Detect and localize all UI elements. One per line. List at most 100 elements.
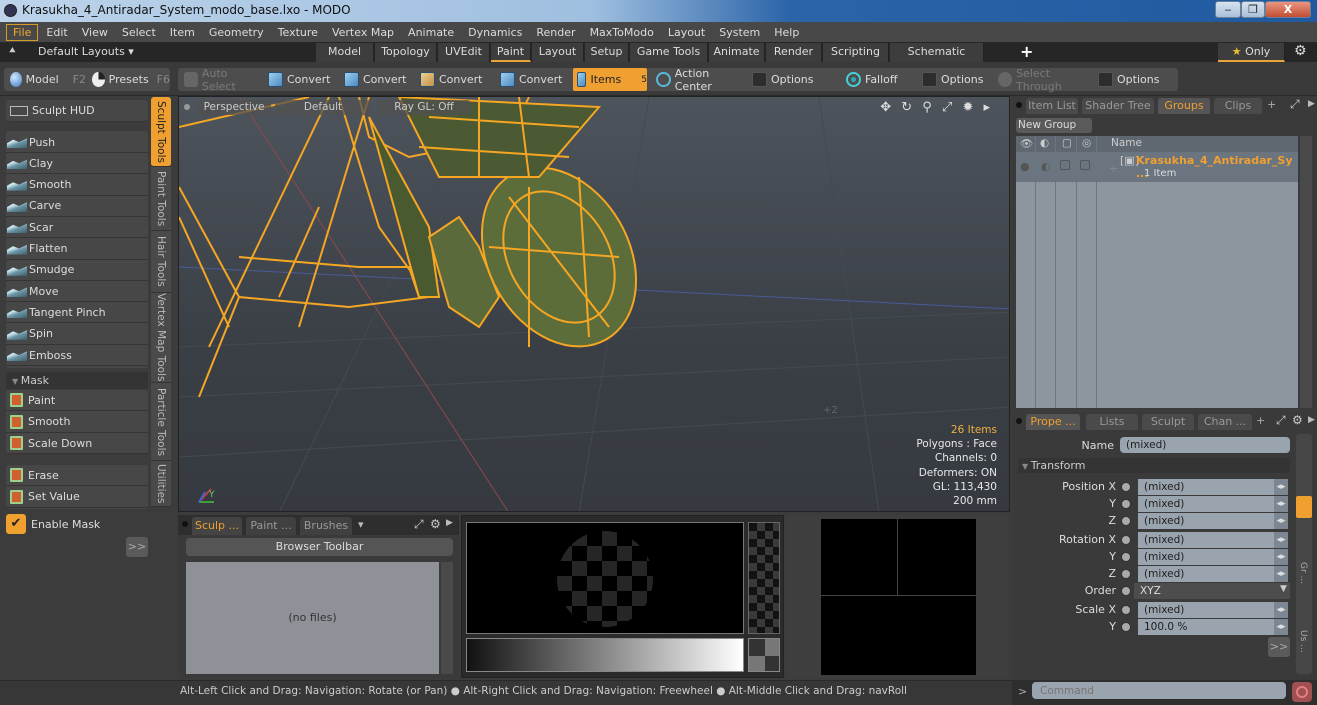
sculpt-hud-button[interactable]: Sculpt HUD (6, 100, 148, 122)
presets-button[interactable]: Presets F6 (88, 68, 170, 91)
sculpt-tool-spin[interactable]: Spin (6, 324, 148, 345)
menu-maxtomodo[interactable]: MaxToModo (584, 25, 660, 40)
prop-field-8[interactable]: 100.0 % (1138, 619, 1288, 635)
tab-clips[interactable]: Clips (1214, 98, 1262, 114)
panel-menu-dot[interactable] (1016, 418, 1022, 424)
group-row[interactable]: ● ◐ + [▣] Krasukha_4_Antiradar_Sy ... 1 … (1016, 152, 1298, 182)
3d-viewport[interactable]: Y Perspective Default Ray GL: Off ✥ ↻ ⚲ … (178, 96, 1010, 512)
slider-arrows-icon[interactable]: ◂▸ (1274, 479, 1288, 495)
file-list[interactable]: (no files) (186, 562, 439, 674)
keyframe-toggle[interactable] (1121, 586, 1131, 596)
tab-paint-presets[interactable]: Paint ... (246, 517, 296, 535)
tabs-dropdown-icon[interactable]: ▾ (358, 518, 364, 531)
action-center-button[interactable]: Action Center (652, 67, 748, 93)
mask-tool-erase[interactable]: Erase (6, 465, 148, 486)
sculpt-tool-push[interactable]: Push (6, 132, 148, 153)
vtab-particle-tools[interactable]: Particle Tools (151, 383, 171, 461)
vtab-utilities[interactable]: Utilities (151, 461, 171, 507)
select-through-button[interactable]: Select Through (994, 67, 1094, 93)
select-column-icon[interactable]: ◎ (1082, 137, 1091, 149)
vtab-hair-tools[interactable]: Hair Tools (151, 231, 171, 293)
mask-tool-paint[interactable]: Paint (6, 390, 148, 411)
color-swatch[interactable] (748, 638, 780, 672)
prop-field-1[interactable]: (mixed) (1138, 496, 1288, 512)
slider-arrows-icon[interactable]: ◂▸ (1274, 602, 1288, 618)
layout-tab-topology[interactable]: Topology (375, 43, 437, 62)
render-column-icon[interactable]: ◐ (1040, 137, 1049, 149)
enable-mask-checkbox[interactable]: ✔ (6, 514, 26, 534)
command-input[interactable] (1032, 682, 1286, 699)
tab-brushes[interactable]: Brushes (300, 517, 352, 535)
panel-gear-icon[interactable]: ⚙ (430, 517, 441, 531)
view-type-button[interactable]: Perspective (197, 100, 271, 115)
action-center-options-button[interactable]: Options (748, 68, 838, 91)
sculpt-tool-flatten[interactable]: Flatten (6, 239, 148, 260)
shading-button[interactable]: Default (275, 100, 371, 115)
sculpt-tool-emboss[interactable]: Emboss (6, 345, 148, 366)
keyframe-toggle[interactable] (1121, 605, 1131, 615)
slider-arrows-icon[interactable]: ◂▸ (1274, 532, 1288, 548)
sculpt-tool-carve[interactable]: Carve (6, 196, 148, 217)
menu-animate[interactable]: Animate (402, 25, 460, 40)
up-arrow-icon[interactable]: ⯅ (8, 44, 17, 58)
keyframe-toggle[interactable] (1121, 516, 1131, 526)
auto-select-button[interactable]: Auto Select (180, 67, 260, 93)
close-button[interactable]: X (1265, 1, 1311, 18)
falloff-options-button[interactable]: Options (918, 68, 992, 91)
menu-texture[interactable]: Texture (272, 25, 324, 40)
prop-field-0[interactable]: (mixed) (1138, 479, 1288, 495)
menu-vertex-map[interactable]: Vertex Map (326, 25, 400, 40)
uv-canvas[interactable] (821, 519, 976, 675)
items-mode-button[interactable]: Items 5 (573, 68, 647, 91)
visibility-column-icon[interactable]: 👁 (1020, 137, 1033, 150)
viewport-menu-dot[interactable] (184, 104, 190, 110)
keyframe-toggle[interactable] (1121, 552, 1131, 562)
record-macro-button[interactable] (1292, 682, 1312, 702)
layout-tab-model[interactable]: Model (316, 43, 374, 62)
name-column-header[interactable]: Name (1111, 137, 1142, 149)
vtab-paint-tools[interactable]: Paint Tools (151, 167, 171, 231)
select-through-options-button[interactable]: Options (1094, 68, 1174, 91)
panel-arrow-icon[interactable]: ▶ (446, 518, 453, 528)
lock-toggle[interactable] (1060, 160, 1070, 170)
transform-section-header[interactable]: ▼ Transform (1018, 458, 1290, 473)
expand-button[interactable]: >> (126, 537, 148, 557)
prop-field-7[interactable]: (mixed) (1138, 602, 1288, 618)
panel-menu-dot[interactable] (182, 521, 188, 527)
panel-gear-icon[interactable]: ⚙ (1292, 413, 1303, 427)
tab-channels[interactable]: Chan ... (1198, 414, 1252, 430)
maximize-panel-icon[interactable]: ⤢ (1276, 413, 1286, 428)
select-toggle[interactable] (1080, 160, 1090, 170)
side-tab-active[interactable] (1296, 496, 1312, 518)
menu-render[interactable]: Render (530, 25, 581, 40)
slider-arrows-icon[interactable]: ◂▸ (1274, 549, 1288, 565)
rotation-order-select[interactable]: XYZ (1134, 583, 1290, 599)
sculpt-tool-clay[interactable]: Clay (6, 153, 148, 175)
keyframe-toggle[interactable] (1121, 535, 1131, 545)
maximize-panel-icon[interactable]: ⤢ (414, 517, 424, 532)
menu-edit[interactable]: Edit (40, 25, 73, 40)
gear-icon[interactable]: ⚙ (1294, 43, 1307, 59)
name-field[interactable]: (mixed) (1120, 437, 1290, 453)
browser-toolbar-button[interactable]: Browser Toolbar (186, 538, 453, 556)
maximize-button[interactable]: ❐ (1241, 1, 1265, 18)
expand-icon[interactable]: + (1109, 162, 1118, 175)
slider-arrows-icon[interactable]: ◂▸ (1274, 619, 1288, 635)
sculpt-tool-scar[interactable]: Scar (6, 217, 148, 239)
minimize-button[interactable]: ‒ (1215, 1, 1241, 18)
layout-tab-paint[interactable]: Paint (491, 43, 531, 62)
tab-properties[interactable]: Prope ... (1026, 414, 1080, 430)
menu-view[interactable]: View (76, 25, 114, 40)
convert-polygons-button[interactable]: Convert (416, 68, 492, 91)
sculpt-tool-smudge[interactable]: Smudge (6, 260, 148, 281)
menu-layout[interactable]: Layout (662, 25, 711, 40)
only-toggle[interactable]: ★ Only (1218, 43, 1285, 62)
keyframe-toggle[interactable] (1121, 569, 1131, 579)
layout-tab-animate[interactable]: Animate (709, 43, 765, 62)
tab-groups[interactable]: Groups (1158, 98, 1210, 114)
keyframe-toggle[interactable] (1121, 499, 1131, 509)
layout-tab-layout[interactable]: Layout (532, 43, 584, 62)
falloff-button[interactable]: Falloff (842, 68, 914, 91)
browser-scrollbar[interactable] (441, 562, 453, 674)
add-layout-tab-button[interactable]: + (1020, 42, 1033, 61)
